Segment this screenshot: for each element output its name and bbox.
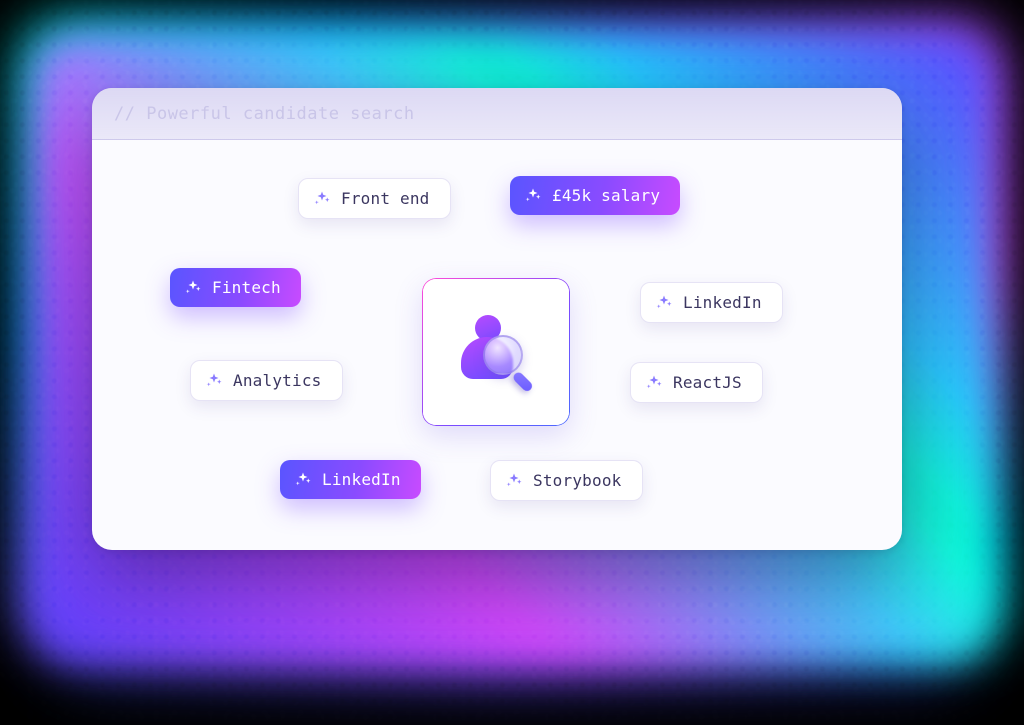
search-card: // Powerful candidate search Front end £…: [92, 88, 902, 550]
chip-storybook[interactable]: Storybook: [490, 460, 643, 501]
person-search-tile[interactable]: [422, 278, 570, 426]
chip-label: £45k salary: [552, 186, 660, 205]
sparkle-icon: [655, 294, 673, 312]
sparkle-icon: [294, 471, 312, 489]
chip-label: LinkedIn: [322, 470, 401, 489]
chip-salary[interactable]: £45k salary: [510, 176, 680, 215]
illustration-stage: // Powerful candidate search Front end £…: [0, 0, 1024, 725]
chip-canvas: Front end £45k salary Fintech LinkedIn: [92, 140, 902, 550]
chip-label: Front end: [341, 189, 430, 208]
chip-analytics[interactable]: Analytics: [190, 360, 343, 401]
chip-label: Fintech: [212, 278, 281, 297]
chip-label: ReactJS: [673, 373, 742, 392]
sparkle-icon: [645, 374, 663, 392]
chip-label: Analytics: [233, 371, 322, 390]
chip-front-end[interactable]: Front end: [298, 178, 451, 219]
sparkle-icon: [313, 190, 331, 208]
chip-reactjs[interactable]: ReactJS: [630, 362, 763, 403]
sparkle-icon: [184, 279, 202, 297]
card-header: // Powerful candidate search: [92, 88, 902, 140]
card-title: // Powerful candidate search: [114, 104, 415, 124]
chip-label: LinkedIn: [683, 293, 762, 312]
title-text: Powerful candidate search: [146, 104, 414, 124]
sparkle-icon: [505, 472, 523, 490]
tile-inner: [423, 279, 569, 425]
chip-linkedin[interactable]: LinkedIn: [640, 282, 783, 323]
chip-linkedin-2[interactable]: LinkedIn: [280, 460, 421, 499]
title-prefix: //: [114, 104, 146, 124]
chip-label: Storybook: [533, 471, 622, 490]
magnifier-icon: [483, 335, 539, 391]
person-search-icon: [453, 309, 539, 395]
sparkle-icon: [524, 187, 542, 205]
chip-fintech[interactable]: Fintech: [170, 268, 301, 307]
sparkle-icon: [205, 372, 223, 390]
